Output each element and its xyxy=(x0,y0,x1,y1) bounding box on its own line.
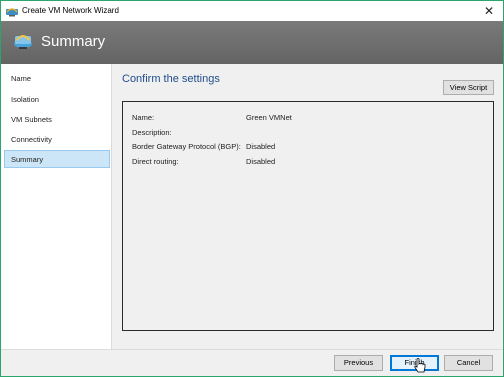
detail-value: Disabled xyxy=(246,142,276,151)
section-title: Confirm the settings xyxy=(122,73,220,85)
detail-label: Description: xyxy=(132,128,172,137)
wizard-footer: Previous Finish Cancel xyxy=(1,349,503,376)
sidebar-item-name[interactable]: Name xyxy=(4,69,110,87)
detail-value: Disabled xyxy=(246,157,276,166)
settings-summary-box: Name: Green VMNet Description: Border Ga… xyxy=(122,101,494,331)
view-script-button[interactable]: View Script xyxy=(443,80,494,95)
sidebar-item-isolation[interactable]: Isolation xyxy=(4,90,110,108)
sidebar-item-summary[interactable]: Summary xyxy=(4,150,110,168)
network-icon xyxy=(14,35,32,49)
main-panel: Confirm the settings View Script Name: G… xyxy=(113,64,503,349)
previous-button[interactable]: Previous xyxy=(334,355,383,371)
detail-label: Direct routing: xyxy=(132,157,179,166)
wizard-window: Create VM Network Wizard ✕ Summary Name … xyxy=(0,0,504,377)
close-icon[interactable]: ✕ xyxy=(481,3,497,19)
window-title: Create VM Network Wizard xyxy=(22,6,119,15)
cancel-button[interactable]: Cancel xyxy=(444,355,493,371)
detail-label: Border Gateway Protocol (BGP): xyxy=(132,142,241,151)
mouse-pointer-hand-icon xyxy=(414,358,426,373)
sidebar-item-connectivity[interactable]: Connectivity xyxy=(4,130,110,148)
detail-label: Name: xyxy=(132,113,155,122)
detail-value: Green VMNet xyxy=(246,113,292,122)
title-bar[interactable]: Create VM Network Wizard ✕ xyxy=(1,1,503,21)
wizard-app-icon xyxy=(6,8,18,17)
page-title: Summary xyxy=(41,33,106,50)
header-banner: Summary xyxy=(1,21,503,64)
sidebar-item-vm-subnets[interactable]: VM Subnets xyxy=(4,110,110,128)
wizard-steps-sidebar: Name Isolation VM Subnets Connectivity S… xyxy=(1,64,112,349)
